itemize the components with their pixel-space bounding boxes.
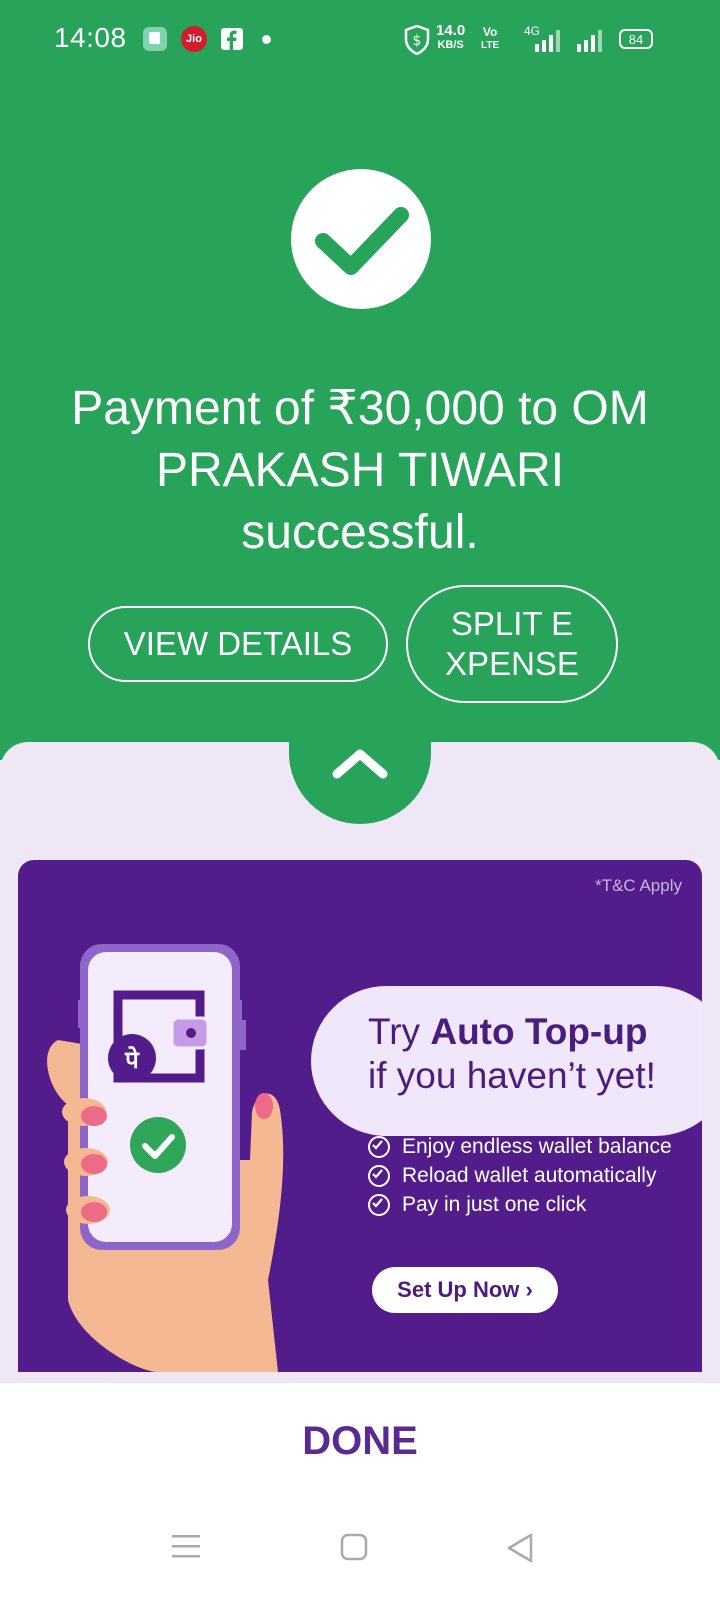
jio-label: Jio <box>186 33 202 45</box>
speed-unit: KB/S <box>437 39 464 51</box>
done-button[interactable]: DONE <box>260 1419 460 1464</box>
volte-line2: LTE <box>481 40 500 51</box>
home-icon[interactable] <box>340 1533 368 1566</box>
status-time: 14:08 <box>54 22 127 53</box>
split-expense-button[interactable]: SPLIT E XPENSE <box>406 585 618 703</box>
payment-success-message: Payment of ₹30,000 to OM PRAKASH TIWARI … <box>71 382 649 559</box>
battery-level: 84 <box>628 31 644 47</box>
expand-sheet-button[interactable] <box>289 742 431 824</box>
gallery-notification-icon <box>142 26 168 57</box>
split-expense-label: SPLIT E XPENSE <box>445 605 579 682</box>
status-bar: 14:08 Jio $ 14.0 KB/S Vo LTE 4G 84 <box>0 0 720 80</box>
back-icon[interactable] <box>506 1533 534 1568</box>
svg-text:$: $ <box>413 33 422 49</box>
recent-apps-icon[interactable] <box>172 1533 200 1564</box>
signal-strength-2-icon <box>577 30 605 57</box>
phone-in-hand-illustration: पे <box>47 944 284 1372</box>
footer: DONE <box>0 1382 720 1601</box>
view-details-button[interactable]: VIEW DETAILS <box>88 606 388 682</box>
feature-item: Enjoy endless wallet balance <box>368 1135 672 1159</box>
network-speed: 14.0 KB/S <box>436 22 466 52</box>
jio-icon: Jio <box>181 26 207 52</box>
feature-label: Pay in just one click <box>402 1193 587 1216</box>
shield-money-icon: $ <box>404 24 430 60</box>
chevron-up-icon <box>332 749 388 779</box>
feature-label: Reload wallet automatically <box>402 1164 657 1187</box>
auto-topup-heading: Try Auto Top-up if you haven’t yet! <box>368 1010 656 1098</box>
check-circle-icon <box>368 1136 390 1159</box>
check-circle-icon <box>368 1194 390 1217</box>
phonepe-logo-glyph: पे <box>124 1046 140 1074</box>
success-check-icon <box>291 169 431 309</box>
heading-prefix: Try <box>368 1011 421 1052</box>
signal-strength-icon <box>535 30 563 57</box>
volte-line1: Vo <box>482 25 498 39</box>
heading-bold: Auto Top-up <box>430 1011 648 1052</box>
set-up-now-button[interactable]: Set Up Now › <box>372 1267 558 1313</box>
facebook-icon <box>221 28 243 55</box>
feature-item: Reload wallet automatically <box>368 1164 656 1188</box>
check-circle-icon <box>368 1165 390 1188</box>
terms-apply-label: *T&C Apply <box>595 876 682 895</box>
volte-indicator: Vo LTE <box>481 26 499 52</box>
more-notifications-dot-icon <box>262 35 271 44</box>
feature-label: Enjoy endless wallet balance <box>402 1135 672 1158</box>
heading-line2: if you haven’t yet! <box>368 1055 656 1096</box>
feature-item: Pay in just one click <box>368 1193 586 1217</box>
speed-value: 14.0 <box>436 22 466 39</box>
auto-topup-banner[interactable]: *T&C Apply पे Try Auto Top-up if you hav… <box>18 860 702 1372</box>
battery-icon: 84 <box>619 29 653 49</box>
